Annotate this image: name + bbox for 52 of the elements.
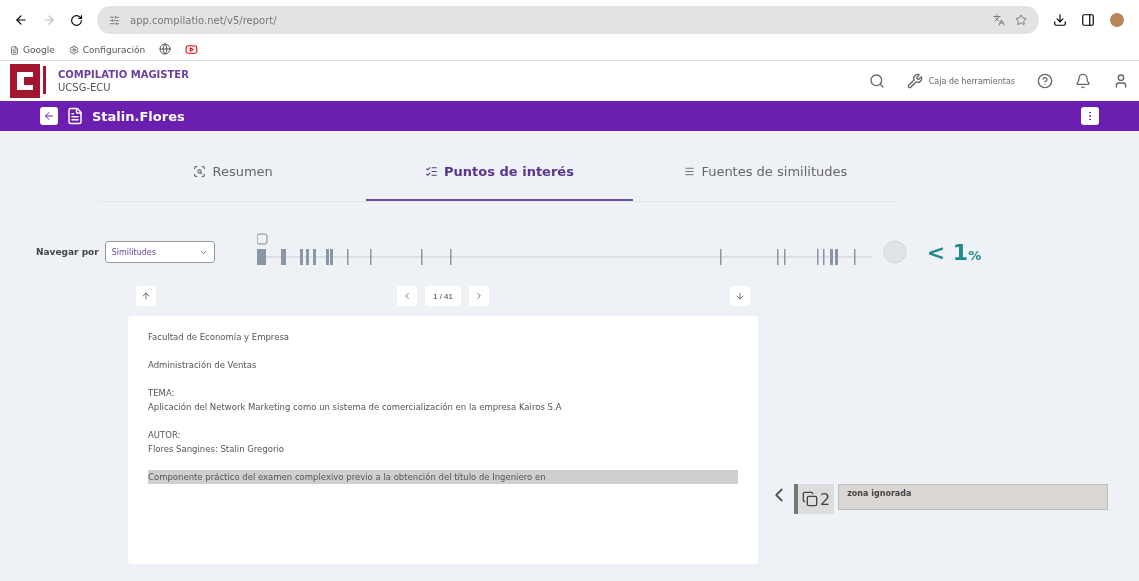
globe-icon[interactable] <box>159 43 172 55</box>
brand-name: COMPILATIO MAGISTER <box>58 68 189 81</box>
document-title: Stalin.Flores <box>92 108 185 124</box>
bookmark-star-icon[interactable] <box>1015 14 1027 26</box>
document-paragraph: Facultad de Economía y Empresa <box>148 331 291 344</box>
tab[interactable]: Fuentes de similitudes <box>632 143 899 201</box>
page-icon <box>10 45 19 55</box>
ignored-zone-label: zona ignorada <box>838 484 1109 510</box>
download-icon[interactable] <box>1053 13 1067 27</box>
back-button[interactable] <box>40 107 58 125</box>
address-bar[interactable]: app.compilatio.net/v5/report/ <box>97 6 1039 34</box>
back-arrow-icon <box>43 110 55 122</box>
bookmark-link[interactable]: Configuración <box>68 45 146 55</box>
tools-icon <box>906 73 923 89</box>
document-paragraph: Componente práctico del examen complexivo previo a la obtención del título de Ingeniero en <box>148 470 738 484</box>
more-button[interactable] <box>1081 107 1099 125</box>
url-text: app.compilatio.net/v5/report/ <box>130 14 277 26</box>
chevron-left-icon <box>402 291 412 301</box>
progress-circle-icon <box>882 240 907 264</box>
list-icon <box>425 164 439 178</box>
document-paragraph: Administración de Ventas <box>148 359 258 372</box>
avatar-icon[interactable] <box>1109 12 1125 28</box>
side-panel-icon[interactable] <box>1081 13 1095 27</box>
chevron-right-icon <box>474 291 484 301</box>
translate-icon[interactable] <box>993 14 1005 26</box>
bookmark-link[interactable]: Google <box>10 45 55 55</box>
page-position[interactable]: 1 / 41 <box>425 286 461 306</box>
user-icon[interactable] <box>1113 73 1129 89</box>
reload-icon[interactable] <box>70 13 83 27</box>
site-settings-icon[interactable] <box>109 14 120 26</box>
search-icon <box>193 164 207 178</box>
toolbox-link[interactable]: Caja de herramientas <box>906 73 1015 89</box>
ignored-count[interactable]: 2 <box>794 484 835 514</box>
search-icon[interactable] <box>868 73 885 89</box>
gear-icon <box>68 45 79 55</box>
document-paragraph: TEMA: Aplicación del Network Marketing como un sistema de comercialización en la empresa Kairos S.A <box>148 387 563 414</box>
document-paragraph: AUTOR: Flores Sangines: Stalin Gregorio <box>148 429 285 456</box>
arrow-down-icon <box>735 291 745 301</box>
navigate-label: Navegar por <box>36 247 99 257</box>
video-icon[interactable] <box>185 42 199 56</box>
copy-icon <box>802 491 818 507</box>
bell-icon[interactable] <box>1075 73 1091 89</box>
lines-icon <box>684 165 696 177</box>
arrow-up-icon <box>141 291 151 301</box>
back-icon[interactable] <box>14 13 28 27</box>
help-icon[interactable] <box>1037 73 1053 89</box>
navigate-select[interactable]: Similitudes <box>104 241 215 263</box>
document-icon <box>66 107 84 125</box>
similarity-percentage: < 1% <box>926 239 982 265</box>
tab[interactable]: Resumen <box>100 143 367 201</box>
organization-name: UCSG-ECU <box>58 81 112 94</box>
tab[interactable]: Puntos de interés <box>366 143 633 201</box>
